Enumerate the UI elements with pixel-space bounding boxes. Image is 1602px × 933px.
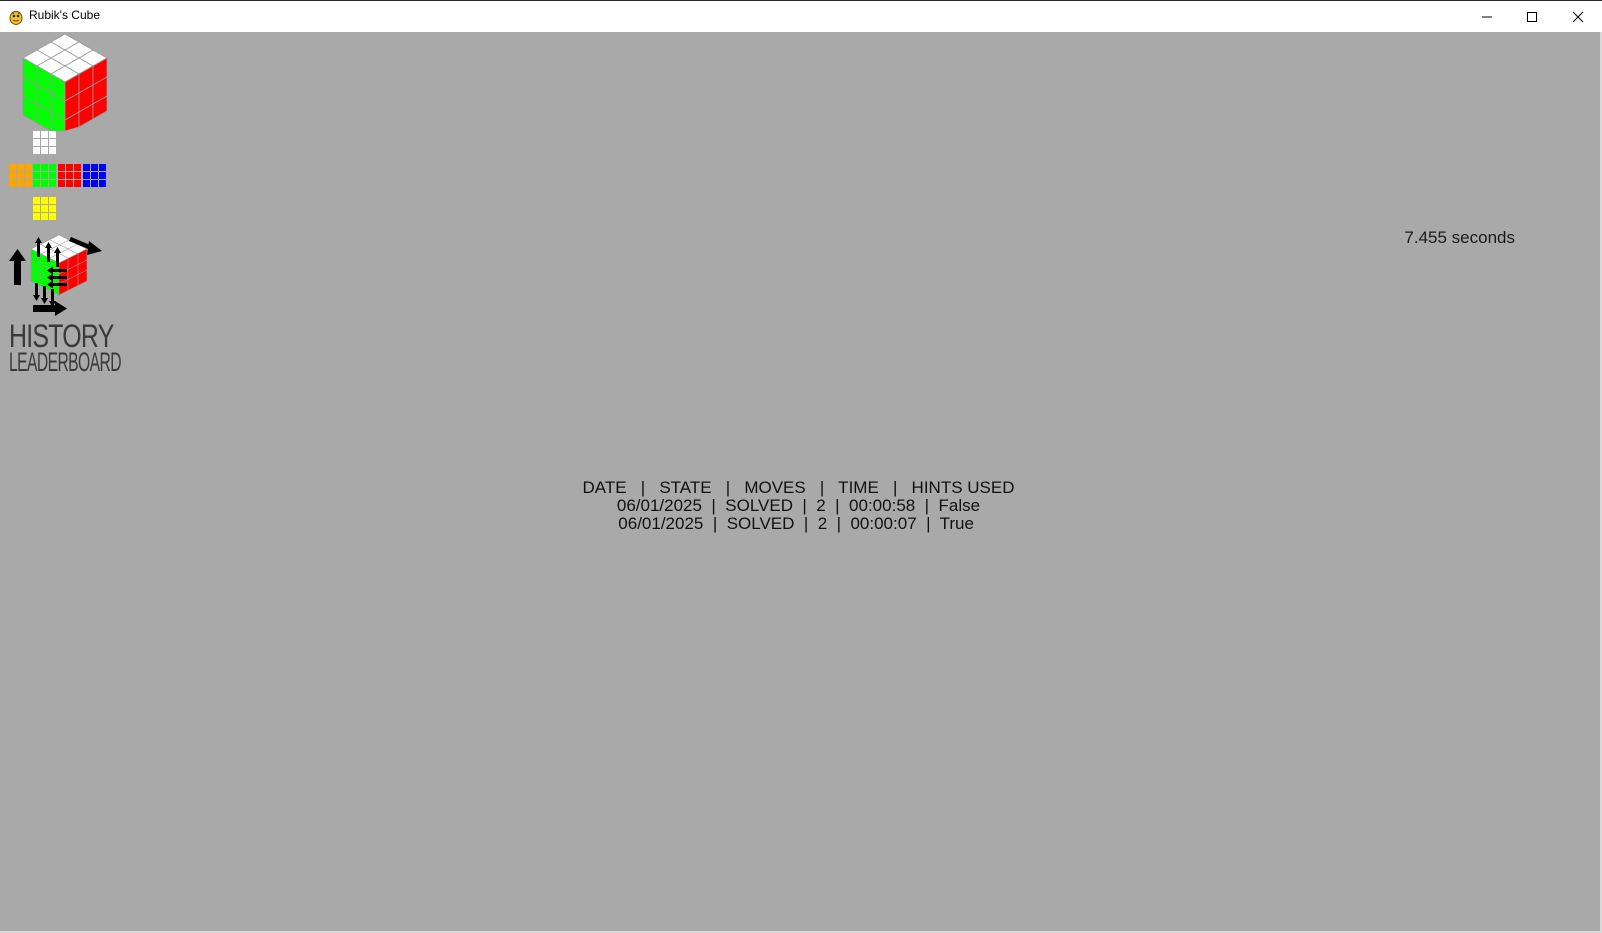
- net-sticker: [41, 205, 48, 212]
- net-sticker: [33, 213, 40, 220]
- net-sticker: [83, 180, 90, 187]
- net-sticker: [25, 180, 32, 187]
- net-sticker: [41, 139, 48, 146]
- pygame-snake-icon: [9, 11, 23, 25]
- net-sticker: [58, 180, 65, 187]
- app-window: Rubik's Cube HISTORY LEADERBOARD 7.455 s…: [0, 0, 1602, 933]
- net-sticker: [17, 172, 24, 179]
- net-sticker: [41, 213, 48, 220]
- net-sticker: [33, 180, 40, 187]
- table-row: 06/01/2025 | SOLVED | 2 | 00:00:07 | Tru…: [618, 514, 979, 533]
- net-sticker: [91, 172, 98, 179]
- history-table: DATE | STATE | MOVES | TIME | HINTS USED…: [0, 479, 1602, 533]
- net-sticker: [41, 147, 48, 154]
- net-sticker: [41, 172, 48, 179]
- minimize-button[interactable]: [1464, 1, 1510, 32]
- net-sticker: [49, 164, 56, 171]
- net-sticker: [41, 164, 48, 171]
- net-sticker: [33, 197, 40, 204]
- close-button[interactable]: [1555, 1, 1601, 32]
- net-sticker: [9, 164, 16, 171]
- net-sticker: [33, 205, 40, 212]
- net-sticker: [83, 164, 90, 171]
- net-sticker: [49, 205, 56, 212]
- net-sticker: [33, 147, 40, 154]
- elapsed-timer: 7.455 seconds: [1404, 228, 1515, 247]
- net-sticker: [41, 131, 48, 138]
- minimize-icon: [1482, 16, 1492, 18]
- net-sticker: [99, 164, 106, 171]
- net-sticker: [9, 172, 16, 179]
- cube-moves-arrows-icon[interactable]: [9, 233, 110, 325]
- cube-net-icon[interactable]: [9, 131, 110, 231]
- net-sticker: [74, 164, 81, 171]
- net-sticker: [91, 180, 98, 187]
- net-sticker: [17, 164, 24, 171]
- net-sticker: [49, 172, 56, 179]
- net-sticker: [25, 172, 32, 179]
- window-title: Rubik's Cube: [29, 8, 100, 22]
- net-sticker: [74, 172, 81, 179]
- net-sticker: [49, 147, 56, 154]
- close-icon: [1572, 11, 1584, 23]
- net-sticker: [33, 139, 40, 146]
- net-sticker: [41, 197, 48, 204]
- net-sticker: [83, 172, 90, 179]
- net-sticker: [49, 131, 56, 138]
- net-sticker: [66, 180, 73, 187]
- net-sticker: [33, 172, 40, 179]
- net-sticker: [49, 180, 56, 187]
- leaderboard-button[interactable]: LEADERBOARD: [9, 349, 122, 376]
- history-header: DATE | STATE | MOVES | TIME | HINTS USED: [582, 478, 1015, 497]
- net-sticker: [33, 164, 40, 171]
- net-sticker: [58, 172, 65, 179]
- net-sticker: [41, 180, 48, 187]
- rubiks-cube-3d-icon[interactable]: [9, 32, 110, 132]
- title-bar[interactable]: Rubik's Cube: [0, 0, 1602, 32]
- net-sticker: [74, 180, 81, 187]
- net-sticker: [66, 164, 73, 171]
- net-sticker: [91, 164, 98, 171]
- maximize-button[interactable]: [1509, 1, 1555, 32]
- net-sticker: [66, 172, 73, 179]
- net-sticker: [49, 139, 56, 146]
- net-sticker: [58, 164, 65, 171]
- net-sticker: [99, 180, 106, 187]
- net-sticker: [9, 180, 16, 187]
- net-sticker: [49, 197, 56, 204]
- net-sticker: [25, 164, 32, 171]
- net-sticker: [17, 180, 24, 187]
- table-row: 06/01/2025 | SOLVED | 2 | 00:00:58 | Fal…: [616, 496, 981, 515]
- net-sticker: [49, 213, 56, 220]
- net-sticker: [99, 172, 106, 179]
- maximize-icon: [1527, 12, 1537, 22]
- net-sticker: [33, 131, 40, 138]
